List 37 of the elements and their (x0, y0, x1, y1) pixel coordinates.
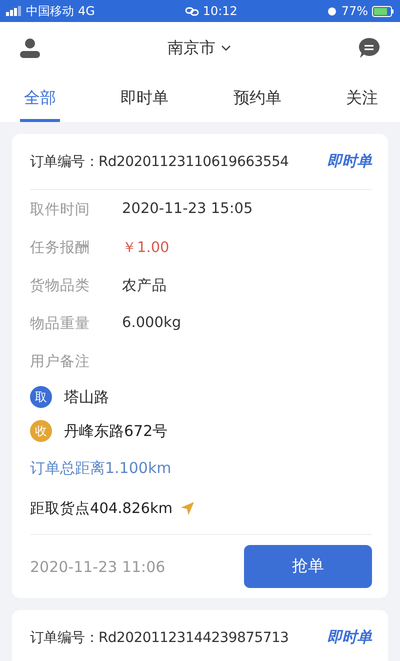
detail-label: 物品重量 (30, 314, 91, 332)
tab[interactable]: 预约单 (229, 80, 286, 122)
created-time: 2020-11-23 11:06 (30, 558, 166, 576)
tab[interactable]: 即时单 (116, 80, 173, 122)
battery-icon (372, 6, 394, 16)
total-distance: 订单总距离1.100km (30, 458, 172, 478)
carrier-text: 中国移动 (26, 2, 74, 20)
tab[interactable]: 全部 (20, 80, 60, 122)
detail-label: 取件时间 (30, 200, 91, 218)
signal-icon (6, 6, 22, 16)
address-badge: 取 (30, 386, 52, 408)
grab-order-button[interactable]: 抢单 (244, 545, 372, 588)
order-number: 订单编号：Rd20201123110619663554 (30, 152, 289, 170)
detail-label: 货物品类 (30, 276, 91, 294)
detail-value: 6.000kg (122, 315, 182, 331)
order-type: 即时单 (327, 628, 372, 647)
address-text: 丹峰东路672号 (64, 422, 168, 440)
city-selector[interactable]: 南京市 (168, 38, 230, 58)
detail-value: 农产品 (122, 276, 167, 294)
detail-value: 2020-11-23 15:05 (122, 201, 253, 217)
network-text: 4G (78, 4, 95, 18)
detail-label: 任务报酬 (30, 238, 91, 256)
order-type: 即时单 (327, 152, 372, 171)
order-number: 订单编号：Rd20201123144239875713 (30, 628, 289, 646)
detail-value: ￥1.00 (122, 238, 170, 256)
clock-text: 10:12 (202, 4, 238, 18)
address-badge: 收 (30, 420, 52, 442)
pickup-distance: 距取货点404.826km (30, 500, 172, 518)
link-icon (184, 6, 199, 16)
detail-label: 用户备注 (30, 352, 91, 370)
address-text: 塔山路 (64, 388, 109, 406)
tab[interactable]: 关注 (342, 80, 382, 122)
battery-percent: 77% (341, 4, 368, 18)
alarm-icon (327, 6, 338, 16)
caret-icon[interactable] (220, 45, 230, 51)
user-icon[interactable] (20, 38, 40, 58)
message-icon[interactable] (358, 37, 380, 59)
